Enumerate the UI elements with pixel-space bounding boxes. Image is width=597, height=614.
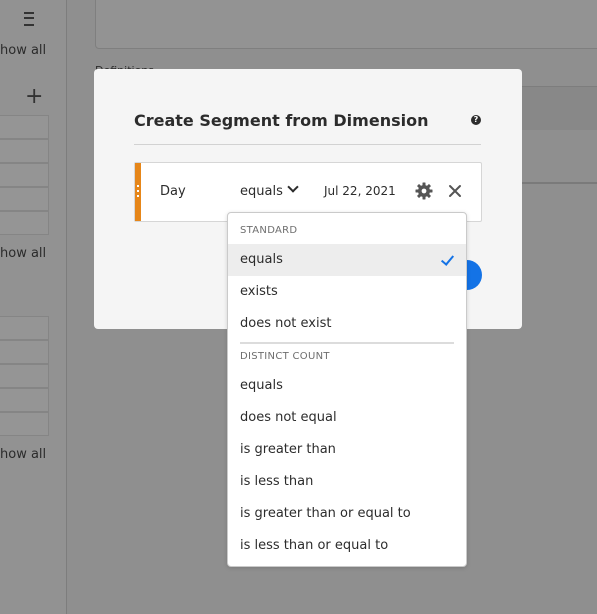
operator-dropdown-menu: STANDARD equals exists does not exist DI…	[227, 212, 467, 567]
list-row[interactable]	[0, 316, 49, 340]
list-row[interactable]	[0, 364, 49, 388]
list-row[interactable]	[0, 115, 49, 139]
list-row[interactable]	[0, 388, 49, 412]
menu-item-is-less-than[interactable]: is less than	[228, 466, 466, 498]
rule-dimension: Day	[160, 184, 186, 199]
list-row[interactable]	[0, 163, 49, 187]
list-row[interactable]	[0, 211, 49, 235]
menu-divider	[240, 342, 454, 344]
description-textarea[interactable]	[95, 0, 597, 49]
menu-item-label: is greater than	[240, 442, 336, 457]
list-row[interactable]	[0, 139, 49, 163]
show-all-link[interactable]: how all	[0, 43, 46, 58]
menu-item-is-less-than-or-equal[interactable]: is less than or equal to	[228, 530, 466, 562]
menu-section-header: STANDARD	[240, 225, 298, 236]
operator-select[interactable]: equals	[240, 184, 283, 199]
chevron-down-icon[interactable]	[287, 181, 299, 193]
menu-item-distinct-equals[interactable]: equals	[228, 370, 466, 402]
menu-item-exists[interactable]: exists	[228, 276, 466, 308]
show-all-link[interactable]: how all	[0, 246, 46, 261]
gear-icon[interactable]	[415, 182, 433, 200]
menu-item-label: equals	[240, 378, 283, 393]
list-row[interactable]	[0, 412, 49, 436]
rule-date-value[interactable]: Jul 22, 2021	[324, 184, 396, 198]
definition-header	[521, 86, 597, 132]
list-row[interactable]	[0, 340, 49, 364]
add-icon[interactable]: +	[25, 86, 43, 108]
menu-item-equals[interactable]: equals	[228, 244, 466, 276]
list-row[interactable]	[0, 187, 49, 211]
menu-item-label: does not exist	[240, 316, 332, 331]
menu-item-label: exists	[240, 284, 278, 299]
menu-item-label: is less than	[240, 474, 314, 489]
menu-item-label: equals	[240, 252, 283, 267]
grip-icon	[137, 185, 139, 200]
close-icon[interactable]	[447, 183, 463, 199]
menu-item-label: does not equal	[240, 410, 337, 425]
menu-item-does-not-exist[interactable]: does not exist	[228, 308, 466, 340]
menu-item-is-greater-than-or-equal[interactable]: is greater than or equal to	[228, 498, 466, 530]
definition-body	[521, 130, 597, 184]
menu-item-label: is less than or equal to	[240, 538, 389, 553]
drag-handle[interactable]	[135, 163, 141, 221]
question-circle-icon[interactable]: ?	[471, 115, 481, 125]
menu-item-is-greater-than[interactable]: is greater than	[228, 434, 466, 466]
menu-item-label: is greater than or equal to	[240, 506, 411, 521]
show-all-link[interactable]: how all	[0, 447, 46, 462]
checkmark-icon	[440, 252, 455, 266]
list-icon	[24, 12, 34, 26]
left-panel: how all + how all how all	[0, 0, 67, 614]
menu-item-does-not-equal[interactable]: does not equal	[228, 402, 466, 434]
divider	[134, 144, 481, 145]
dialog-title: Create Segment from Dimension	[134, 111, 429, 130]
menu-section-header: DISTINCT COUNT	[240, 351, 330, 362]
